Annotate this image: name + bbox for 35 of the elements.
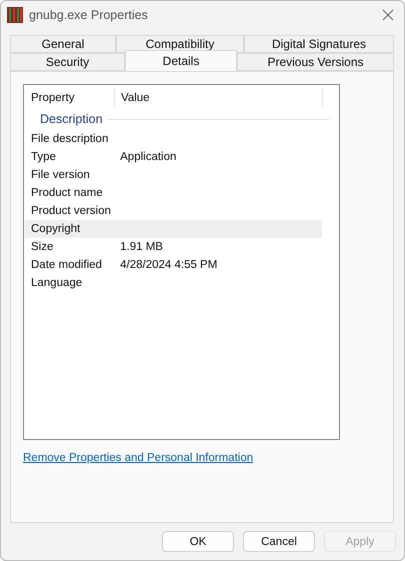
value-cell-text: Application xyxy=(119,151,178,163)
close-icon xyxy=(382,9,394,21)
list-row[interactable]: Language xyxy=(25,274,322,292)
property-cell-text: File description xyxy=(30,133,110,145)
value-cell-text: 1.91 MB xyxy=(119,241,164,253)
property-cell-text: Type xyxy=(30,151,57,163)
dialog-button[interactable]: OK xyxy=(162,531,234,552)
group-heading: Description xyxy=(40,112,103,126)
tab[interactable]: General xyxy=(10,35,116,53)
app-icon xyxy=(7,7,23,23)
property-cell-text: Product name xyxy=(30,187,104,199)
dialog-button[interactable]: Cancel xyxy=(243,531,315,552)
list-row[interactable]: Copyright xyxy=(25,220,322,238)
list-row[interactable]: Product version xyxy=(25,202,322,220)
list-row[interactable]: Product name xyxy=(25,184,322,202)
property-cell-text: Size xyxy=(30,241,54,253)
tab[interactable]: Digital Signatures xyxy=(244,35,394,53)
tab[interactable]: Security xyxy=(10,53,125,71)
value-cell-text: 4/28/2024 4:55 PM xyxy=(119,259,218,271)
tab[interactable]: Details xyxy=(125,50,237,71)
column-header[interactable]: Property xyxy=(25,88,115,108)
column-header[interactable]: Value xyxy=(115,88,323,108)
property-cell-text: Language xyxy=(30,277,84,289)
list-row[interactable]: File description xyxy=(25,130,322,148)
list-row[interactable]: File version xyxy=(25,166,322,184)
list-row[interactable]: Date modified 4/28/2024 4:55 PM xyxy=(25,256,322,274)
tab[interactable]: Previous Versions xyxy=(237,53,394,71)
window-title: gnubg.exe Properties xyxy=(29,8,149,22)
property-cell-text: Date modified xyxy=(30,259,103,271)
list-row[interactable]: Size 1.91 MB xyxy=(25,238,322,256)
property-cell-text: File version xyxy=(30,169,91,181)
property-cell-text: Copyright xyxy=(30,223,82,235)
list-row[interactable]: Type Application xyxy=(25,148,322,166)
remove-properties-link[interactable]: Remove Properties and Personal Information xyxy=(23,452,254,464)
property-cell-text: Product version xyxy=(30,205,112,217)
